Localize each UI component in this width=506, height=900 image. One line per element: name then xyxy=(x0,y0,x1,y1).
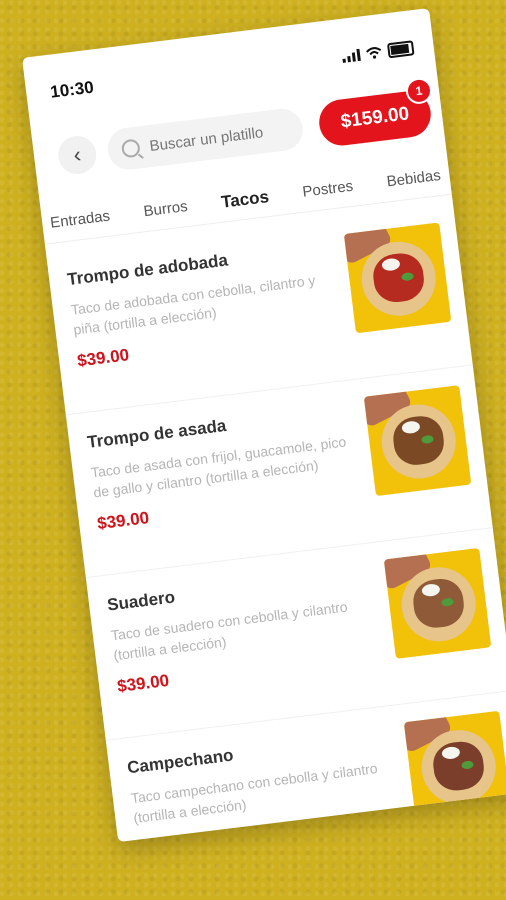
signal-icon xyxy=(341,48,361,63)
tab-bebidas[interactable]: Bebidas xyxy=(386,167,442,190)
tab-tacos[interactable]: Tacos xyxy=(220,187,270,213)
cart-count-badge: 1 xyxy=(404,76,434,106)
menu-list: Trompo de adobada Taco de adobada con ce… xyxy=(45,202,506,843)
cart-total: $159.00 xyxy=(339,103,411,133)
search-icon xyxy=(120,138,141,159)
item-image[interactable] xyxy=(363,385,472,497)
back-button[interactable]: ‹ xyxy=(56,133,99,177)
phone-screen: 10:30 ‹ $159.00 1 Entradas Burros Tacos … xyxy=(22,8,506,843)
status-icons xyxy=(341,40,415,64)
item-image[interactable] xyxy=(383,547,492,659)
status-time: 10:30 xyxy=(49,77,95,102)
cart-button[interactable]: $159.00 1 xyxy=(316,76,434,149)
tab-entradas[interactable]: Entradas xyxy=(49,208,111,232)
item-image[interactable] xyxy=(343,222,452,334)
search-bar[interactable] xyxy=(105,106,306,173)
tab-burros[interactable]: Burros xyxy=(143,198,189,220)
tab-postres[interactable]: Postres xyxy=(302,178,355,201)
chevron-left-icon: ‹ xyxy=(72,141,83,168)
status-bar: 10:30 xyxy=(49,38,415,102)
search-input[interactable] xyxy=(146,119,292,156)
wifi-icon xyxy=(366,46,382,59)
item-image[interactable] xyxy=(403,710,506,822)
battery-icon xyxy=(386,40,415,59)
